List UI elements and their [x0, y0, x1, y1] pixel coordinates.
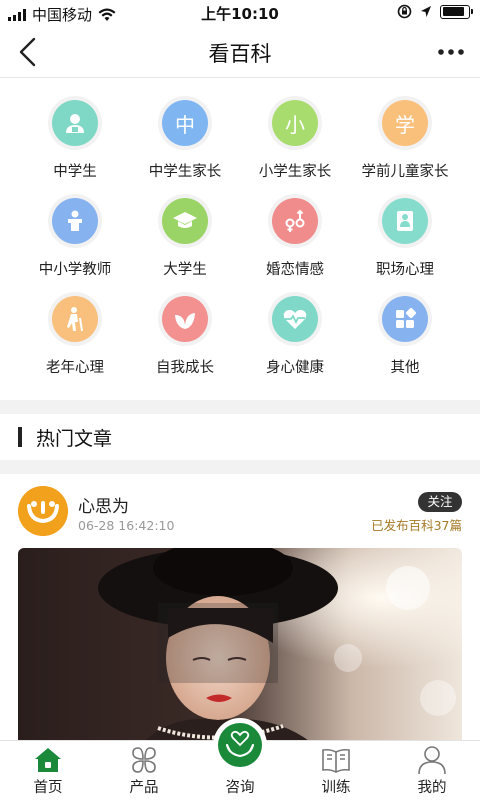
category-label: 职场心理 [376, 262, 434, 278]
tab-label: 训练 [321, 780, 351, 796]
category-label: 中小学教师 [38, 262, 112, 278]
status-bar: 中国移动 上午10:10 [0, 0, 480, 26]
publish-count: 已发布百科37篇 [371, 518, 462, 533]
tab-label: 咨询 [225, 780, 255, 796]
category-label: 中学生家长 [148, 164, 222, 180]
article-cover-image[interactable] [18, 548, 462, 748]
category-label: 婚恋情感 [266, 262, 324, 278]
tab-label: 首页 [33, 780, 63, 796]
category-grid: 中学生 中 中学生家长 小 小学生家长 学 学前儿童家长 中小学教师 大学生 婚… [20, 100, 460, 376]
more-dots-icon[interactable] [436, 40, 466, 64]
category-item-self-growth[interactable]: 自我成长 [130, 296, 240, 376]
tab-label: 我的 [417, 780, 447, 796]
category-item-teacher[interactable]: 中小学教师 [20, 198, 130, 278]
category-item-primary-school-parent[interactable]: 小 小学生家长 [240, 100, 350, 180]
tab-training[interactable]: 训练 [288, 741, 384, 800]
category-item-workplace[interactable]: 职场心理 [350, 198, 460, 278]
graduation-cap-icon [162, 198, 208, 244]
category-item-middle-school-student[interactable]: 中学生 [20, 100, 130, 180]
student-icon [52, 100, 98, 146]
avatar[interactable] [18, 486, 68, 536]
category-label: 中学生 [53, 164, 97, 180]
category-label: 身心健康 [266, 360, 324, 376]
lock-rotation-icon [397, 4, 412, 19]
location-icon [421, 6, 431, 17]
section-divider [0, 400, 480, 414]
page-title: 看百科 [208, 42, 272, 66]
category-item-elderly[interactable]: 老年心理 [20, 296, 130, 376]
nav-bar: 看百科 [0, 26, 480, 78]
tab-label: 产品 [129, 780, 159, 796]
category-glyph-icon: 小 [272, 100, 318, 146]
category-glyph: 小 [285, 112, 305, 137]
category-item-health[interactable]: 身心健康 [240, 296, 350, 376]
bottom-tab-bar: 首页 产品 咨询 训练 我的 [0, 723, 480, 800]
hot-articles-header: 热门文章 [0, 414, 480, 460]
tab-products[interactable]: 产品 [96, 741, 192, 800]
category-glyph: 学 [395, 112, 415, 137]
section-divider [0, 460, 480, 474]
category-item-college-student[interactable]: 大学生 [130, 198, 240, 278]
grid-blocks-icon [382, 296, 428, 342]
woman-veil-hat-photo [18, 548, 462, 748]
section-accent-bar [18, 427, 22, 447]
category-item-other[interactable]: 其他 [350, 296, 460, 376]
category-glyph-icon: 学 [382, 100, 428, 146]
home-icon [35, 748, 61, 772]
category-label: 自我成长 [156, 360, 214, 376]
category-label: 学前儿童家长 [361, 164, 449, 180]
follow-button[interactable]: 关注 [418, 492, 462, 512]
category-label: 大学生 [163, 262, 207, 278]
section-title: 热门文章 [36, 427, 113, 450]
category-label: 老年心理 [46, 360, 104, 376]
tab-consult[interactable]: 咨询 [192, 723, 288, 800]
heart-pulse-icon [272, 296, 318, 342]
status-right [397, 4, 473, 19]
elderly-cane-icon [52, 296, 98, 342]
category-glyph: 中 [175, 112, 195, 137]
tab-mine[interactable]: 我的 [384, 741, 480, 800]
user-icon [418, 746, 446, 775]
category-item-middle-school-parent[interactable]: 中 中学生家长 [130, 100, 240, 180]
author-name[interactable]: 心思为 [78, 492, 129, 517]
article-author-row[interactable]: 心思为 06-28 16:42:10 关注 已发布百科37篇 [18, 486, 462, 540]
article-timestamp: 06-28 16:42:10 [78, 518, 175, 533]
category-item-relationship[interactable]: 婚恋情感 [240, 198, 350, 278]
category-label: 小学生家长 [258, 164, 332, 180]
category-item-preschool-parent[interactable]: 学 学前儿童家长 [350, 100, 460, 180]
book-icon [322, 748, 350, 773]
businessman-icon [382, 198, 428, 244]
gender-couple-icon [272, 198, 318, 244]
battery-icon [440, 4, 473, 19]
consult-hands-heart-icon [218, 723, 262, 767]
products-grid-icon [132, 747, 156, 773]
category-glyph-icon: 中 [162, 100, 208, 146]
teacher-podium-icon [52, 198, 98, 244]
category-label: 其他 [390, 360, 420, 376]
sprout-leaf-icon [162, 296, 208, 342]
tab-home[interactable]: 首页 [0, 741, 96, 800]
